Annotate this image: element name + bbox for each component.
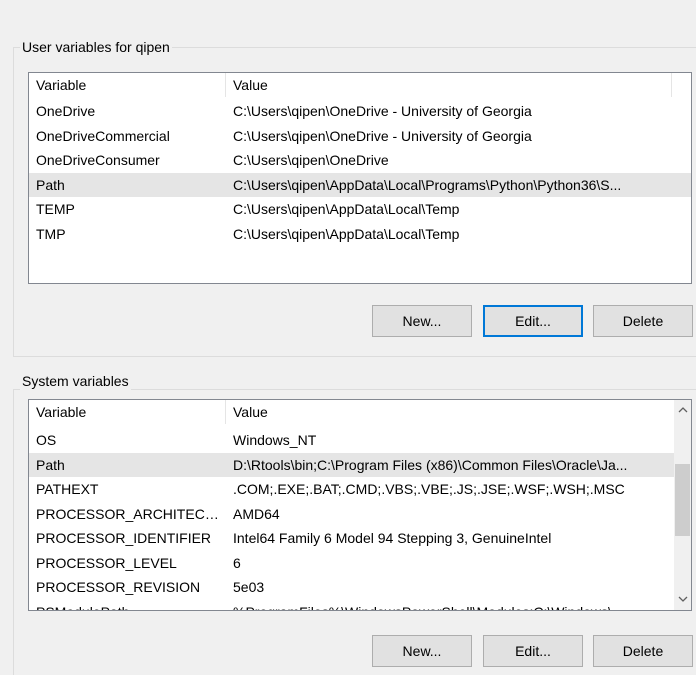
variable-name-cell: PROCESSOR_LEVEL [36,554,177,571]
system-variables-title: System variables [20,372,131,390]
vertical-scrollbar[interactable] [674,400,691,610]
variable-name-cell: TMP [36,225,66,242]
table-row[interactable]: TMP C:\Users\qipen\AppData\Local\Temp [29,222,691,247]
variable-name-cell: PROCESSOR_REVISION [36,579,201,595]
variable-name-cell: OneDrive [36,103,96,119]
table-row[interactable]: OneDriveCommercial C:\Users\qipen\OneDriv… [29,124,691,149]
variable-name-cell: PATHEXT [36,481,99,497]
variable-value-cell: D:\Rtools\bin;C:\Program Files (x86)\Com… [233,456,628,473]
list-header: Variable Value [29,73,691,97]
variable-name-cell: PROCESSOR_IDENTIFIER [36,530,212,546]
variable-value-cell: C:\Users\qipen\AppData\Local\Temp [233,225,460,242]
variable-name-cell: Path [36,176,65,193]
variable-value-cell: C:\Users\qipen\OneDrive - University of … [233,103,532,119]
table-row[interactable]: PATHEXT .COM;.EXE;.BAT;.CMD;.VBS;.VBE;.JS… [29,477,674,502]
user-edit-button[interactable]: Edit... [483,305,583,337]
chevron-up-icon[interactable] [674,402,691,419]
column-header-variable[interactable]: Variable [29,400,226,424]
variable-name-cell: OneDriveConsumer [36,152,160,168]
system-variables-rows: OS Windows_NT Path D:\Rtools\bin;C:\Program… [29,428,674,611]
user-variables-list[interactable]: Variable Value OneDrive C:\Users\qipen\On… [28,72,692,284]
table-row[interactable]: PROCESSOR_LEVEL 6 [29,551,674,576]
table-row[interactable]: Path D:\Rtools\bin;C:\Program Files (x86)… [29,452,674,477]
variable-value-cell: AMD64 [233,505,280,522]
variable-name-cell: OneDriveCommercial [36,127,170,144]
system-variables-list[interactable]: Variable Value OS Windows_NT Path D:\Rtools… [28,399,692,611]
variable-value-cell: C:\Users\qipen\OneDrive - University of … [233,127,532,144]
chevron-down-icon[interactable] [674,591,691,608]
table-row[interactable]: OneDrive C:\Users\qipen\OneDrive - Univer… [29,99,691,124]
variable-name-cell: PROCESSOR_ARCHITECTU... [36,505,226,522]
table-row[interactable]: PSModulePath%ProgramFiles%\WindowsPowerS… [29,600,674,611]
user-variables-title: User variables for qipen [20,38,172,56]
variable-value-cell: Windows_NT [233,432,317,448]
system-new-button[interactable]: New... [372,635,472,667]
system-delete-button[interactable]: Delete [593,635,693,667]
variable-value-cell: C:\Users\qipen\AppData\Local\Temp [233,201,460,217]
table-row[interactable]: TEMP C:\Users\qipen\AppData\Local\Temp [29,197,691,222]
list-header: Variable Value [29,400,674,424]
column-header-value[interactable]: Value [226,400,674,424]
system-edit-button[interactable]: Edit... [483,635,583,667]
variable-name-cell: OS [36,432,57,448]
variable-value-cell: Intel64 Family 6 Model 94 Stepping 3, Ge… [233,530,552,546]
table-row[interactable]: PROCESSOR_ARCHITECTU... AMD64 [29,502,674,527]
variable-value-cell: 6 [233,554,241,571]
user-variables-rows: OneDrive C:\Users\qipen\OneDrive - Univer… [29,99,691,246]
table-row[interactable]: PROCESSOR_IDENTIFIER Intel64 Family 6 Mod… [29,526,674,551]
variable-value-cell: .COM;.EXE;.BAT;.CMD;.VBS;.VBE;.JS;.JSE;.… [233,481,625,497]
table-row[interactable]: PROCESSOR_REVISION 5e03 [29,575,674,600]
user-new-button[interactable]: New... [372,305,472,337]
variable-value-cell: C:\Users\qipen\OneDrive [233,152,389,168]
scrollbar-thumb[interactable] [675,464,690,536]
table-row[interactable]: OneDriveConsumer C:\Users\qipen\OneDrive [29,148,691,173]
column-header-value[interactable]: Value [226,73,672,97]
table-row[interactable]: Path C:\Users\qipen\AppData\Local\Program… [29,172,691,197]
variable-name-cell: PSModulePath [29,600,226,611]
variable-value-cell: C:\Users\qipen\AppData\Local\Programs\Py… [233,176,622,193]
variable-value-cell: %ProgramFiles%\WindowsPowerShell\Modules… [226,600,666,611]
variable-value-cell: 5e03 [233,579,265,595]
variable-name-cell: TEMP [36,201,75,217]
column-header-variable[interactable]: Variable [29,73,226,97]
variable-name-cell: Path [36,456,65,473]
table-row[interactable]: OS Windows_NT [29,428,674,453]
user-delete-button[interactable]: Delete [593,305,693,337]
